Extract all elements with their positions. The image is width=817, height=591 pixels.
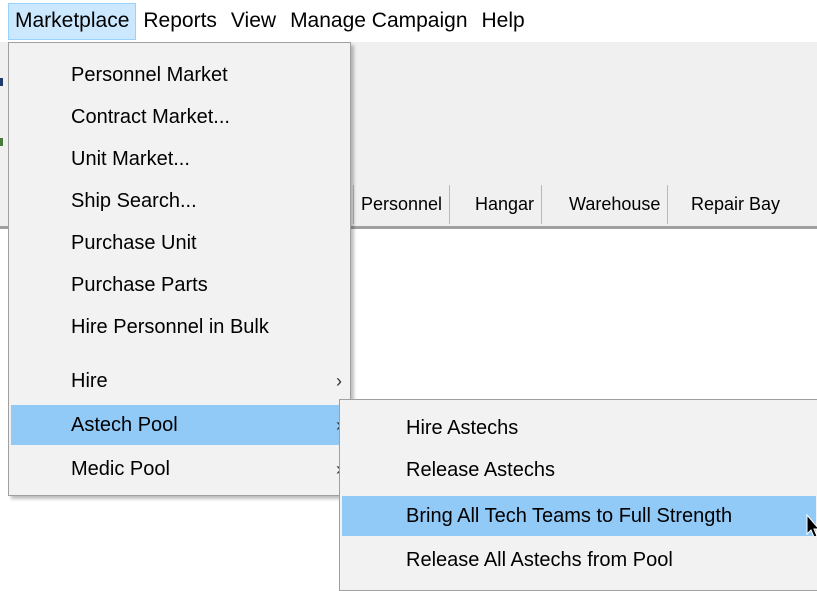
menu-item-bring-teams-full-strength[interactable]: Bring All Tech Teams to Full Strength <box>342 496 816 536</box>
tab-repair-bay[interactable]: Repair Bay <box>684 185 788 224</box>
mouse-pointer-icon <box>806 514 817 538</box>
chevron-right-icon: › <box>336 371 342 391</box>
menu-help[interactable]: Help <box>475 3 532 40</box>
menu-item-label: Hire Personnel in Bulk <box>71 316 269 338</box>
menu-item-hire[interactable]: Hire › <box>11 361 348 401</box>
menu-item-label: Purchase Unit <box>71 232 197 254</box>
menu-item-label: Bring All Tech Teams to Full Strength <box>406 505 733 527</box>
menu-item-label: Release All Astechs from Pool <box>406 549 673 571</box>
tab-warehouse[interactable]: Warehouse <box>562 185 669 224</box>
menu-item-hire-astechs[interactable]: Hire Astechs <box>342 408 816 448</box>
menu-item-purchase-parts[interactable]: Purchase Parts <box>11 265 348 305</box>
menu-item-medic-pool[interactable]: Medic Pool › <box>11 449 348 489</box>
menu-item-hire-personnel-bulk[interactable]: Hire Personnel in Bulk <box>11 307 348 347</box>
tab-personnel[interactable]: Personnel <box>354 185 451 224</box>
menu-item-label: Contract Market... <box>71 106 230 128</box>
menu-item-ship-search[interactable]: Ship Search... <box>11 181 348 221</box>
marketplace-menu: Personnel Market Contract Market... Unit… <box>8 42 351 496</box>
menu-item-label: Astech Pool <box>71 414 178 436</box>
astech-pool-submenu: Hire Astechs Release Astechs Bring All T… <box>339 399 817 591</box>
menu-item-purchase-unit[interactable]: Purchase Unit <box>11 223 348 263</box>
menu-item-unit-market[interactable]: Unit Market... <box>11 139 348 179</box>
menu-item-label: Hire Astechs <box>406 417 519 439</box>
menu-item-label: Release Astechs <box>406 459 555 481</box>
menu-item-label: Hire <box>71 370 108 392</box>
menu-item-personnel-market[interactable]: Personnel Market <box>11 55 348 95</box>
tab-hangar[interactable]: Hangar <box>468 185 543 224</box>
menu-bar: Marketplace Reports View Manage Campaign… <box>0 0 817 42</box>
menu-item-label: Ship Search... <box>71 190 197 212</box>
menu-item-label: Personnel Market <box>71 64 228 86</box>
menu-manage-campaign[interactable]: Manage Campaign <box>283 3 474 40</box>
menu-reports[interactable]: Reports <box>136 3 224 40</box>
menu-item-astech-pool[interactable]: Astech Pool › <box>11 405 348 445</box>
menu-view[interactable]: View <box>224 3 283 40</box>
menu-item-label: Medic Pool <box>71 458 170 480</box>
menu-item-release-astechs[interactable]: Release Astechs <box>342 450 816 490</box>
menu-item-contract-market[interactable]: Contract Market... <box>11 97 348 137</box>
menu-item-release-all-astechs[interactable]: Release All Astechs from Pool <box>342 540 816 580</box>
menu-item-label: Purchase Parts <box>71 274 208 296</box>
menu-marketplace[interactable]: Marketplace <box>8 2 137 40</box>
menu-item-label: Unit Market... <box>71 148 190 170</box>
